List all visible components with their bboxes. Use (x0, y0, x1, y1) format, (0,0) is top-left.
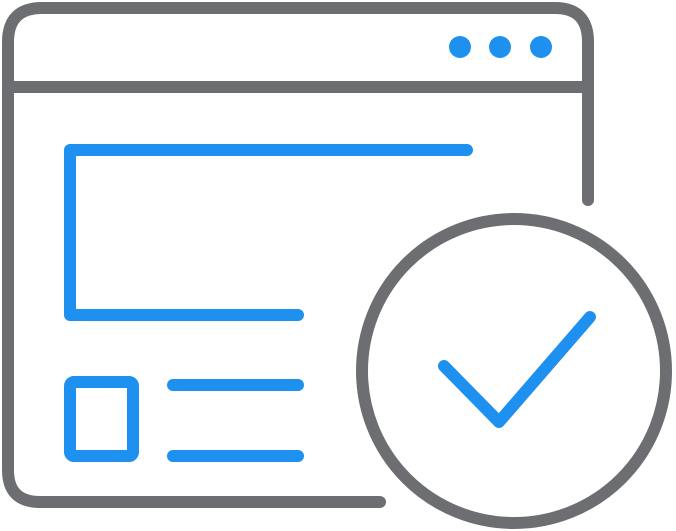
more-dots-icon (449, 36, 552, 58)
image-thumbnail-icon (64, 376, 139, 462)
menu-dot-2 (489, 36, 511, 58)
badge-circle (356, 213, 672, 529)
menu-dot-3 (530, 36, 552, 58)
illustration (0, 0, 676, 531)
text-lines-icon (167, 379, 304, 462)
menu-dot-1 (449, 36, 471, 58)
checkmark-circle-icon (356, 213, 672, 529)
browser-verified-illustration (2, 2, 672, 529)
